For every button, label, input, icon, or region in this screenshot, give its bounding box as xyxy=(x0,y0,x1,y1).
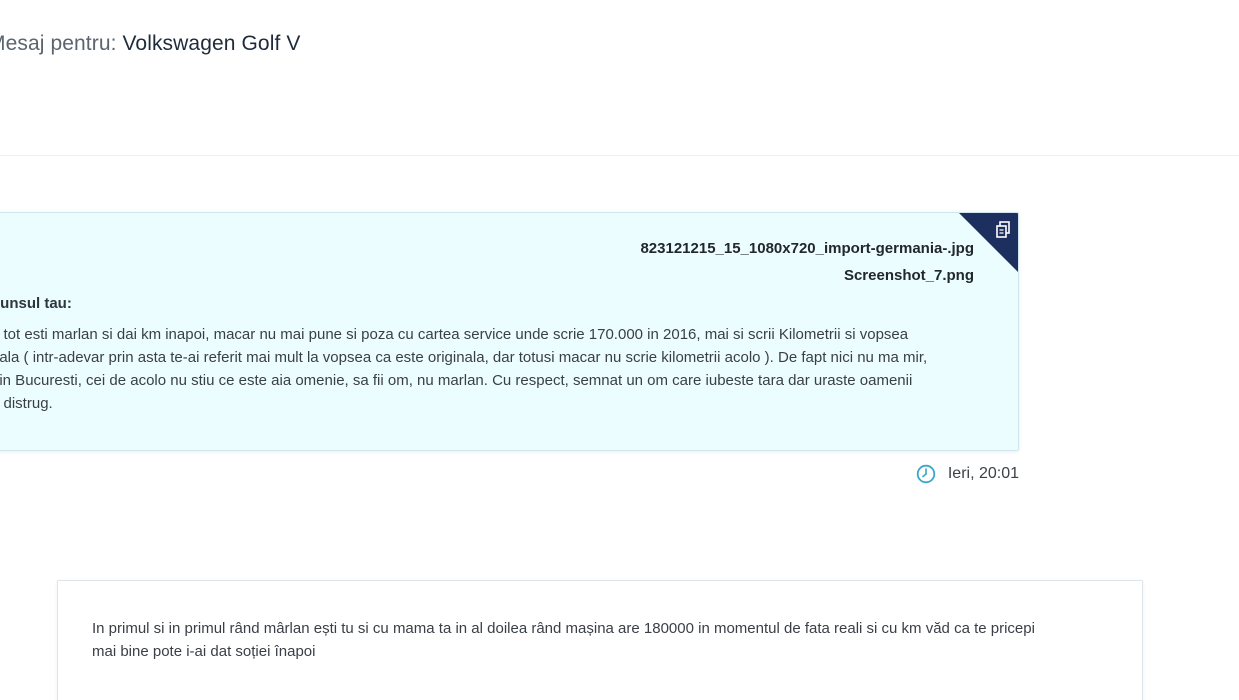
listing-title[interactable]: Volkswagen Golf V xyxy=(122,32,300,55)
conversation-page: Mesaj pentru: Volkswagen Golf V 82312121… xyxy=(0,0,1239,700)
timestamp-text: Ieri, 20:01 xyxy=(947,465,1019,482)
reply-label: punsul tau: xyxy=(0,295,72,312)
message-line: nala ( intr-adevar prin asta te-ai refer… xyxy=(0,349,928,366)
received-message-bubble: In primul si in primul rând mârlan ești … xyxy=(57,580,1143,700)
sent-message-bubble: 823121215_15_1080x720_import-germania-.j… xyxy=(0,212,1019,451)
message-timestamp: Ieri, 20:01 xyxy=(916,464,1019,484)
message-line: mai bine pote i-ai dat soției înapoi xyxy=(92,643,316,660)
message-line: In primul si in primul rând mârlan ești … xyxy=(92,620,1035,637)
message-line: o distrug. xyxy=(0,395,53,412)
sent-message-text: a tot esti marlan si dai km inapoi, maca… xyxy=(0,323,991,415)
clock-icon xyxy=(916,464,936,484)
attachment-link[interactable]: 823121215_15_1080x720_import-germania-.j… xyxy=(640,235,974,262)
page-title: Mesaj pentru: Volkswagen Golf V xyxy=(0,32,300,56)
message-line: a tot esti marlan si dai km inapoi, maca… xyxy=(0,326,909,343)
attachment-list: 823121215_15_1080x720_import-germania-.j… xyxy=(640,235,974,289)
header-divider xyxy=(0,155,1239,156)
copy-icon[interactable] xyxy=(995,221,1011,239)
message-line: din Bucuresti, cei de acolo nu stiu ce e… xyxy=(0,372,913,389)
attachment-link[interactable]: Screenshot_7.png xyxy=(640,262,974,289)
received-message-text: In primul si in primul rând mârlan ești … xyxy=(92,617,1112,663)
title-prefix: Mesaj pentru: xyxy=(0,32,123,55)
